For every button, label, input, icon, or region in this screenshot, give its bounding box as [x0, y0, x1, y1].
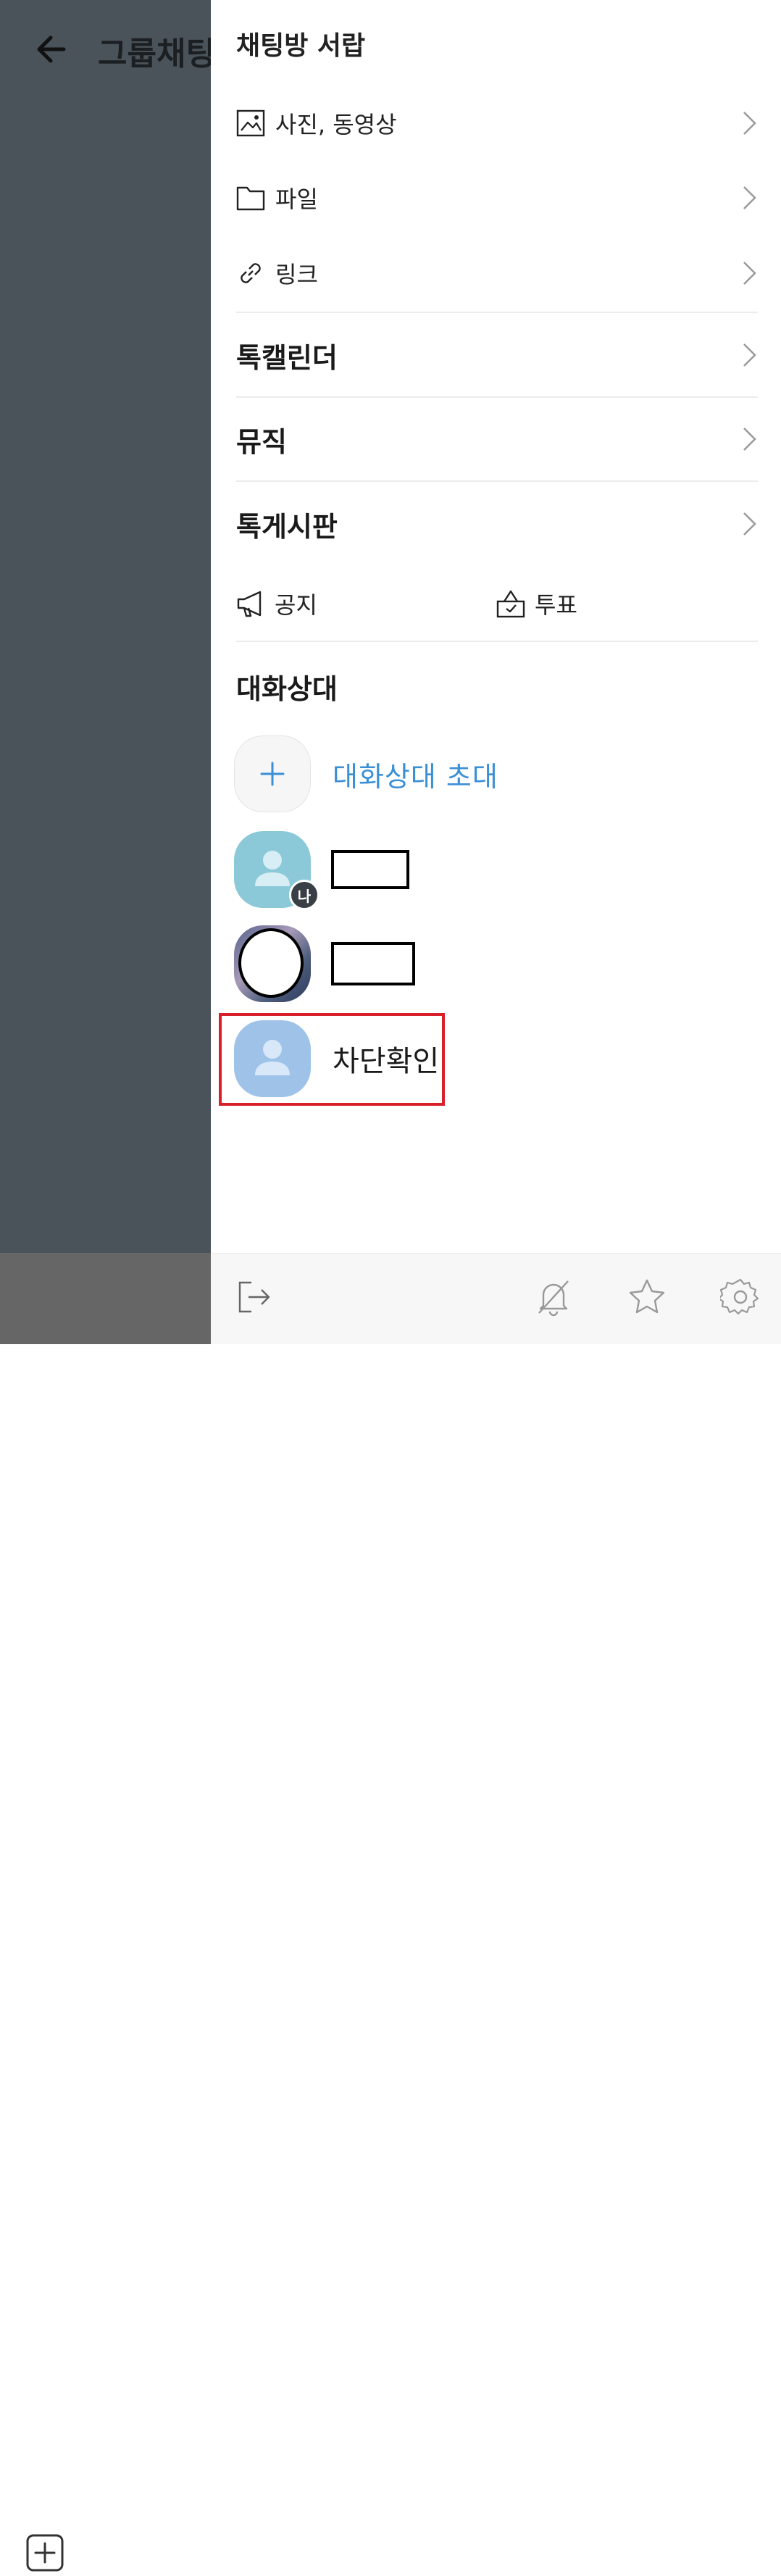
notification-off-icon[interactable] — [532, 1275, 575, 1319]
redacted-photo — [238, 928, 304, 998]
drawer-item-label: 톡캘린더 — [236, 341, 338, 374]
exit-icon[interactable] — [233, 1275, 276, 1319]
me-badge: 나 — [289, 880, 320, 910]
chat-title: 그룹채팅 — [98, 36, 215, 72]
image-icon — [236, 109, 265, 138]
settings-icon[interactable] — [719, 1275, 762, 1319]
notice-button[interactable]: 공지 — [235, 582, 317, 625]
drawer-item-talk-calendar[interactable]: 톡캘린더 — [236, 326, 758, 384]
participant-photo-user[interactable] — [234, 925, 596, 1003]
chevron-right-icon — [742, 511, 758, 537]
invite-participant-button[interactable]: 대화상대 초대 — [234, 735, 596, 813]
megaphone-icon — [235, 588, 266, 619]
chevron-right-icon — [742, 426, 758, 452]
vote-label: 투표 — [535, 591, 577, 619]
redacted-name — [331, 942, 415, 985]
divider — [236, 312, 758, 313]
invite-label: 대화상대 초대 — [333, 760, 498, 793]
drawer-item-label: 톡게시판 — [236, 510, 338, 543]
chat-drawer-panel: 채팅방 서랍 사진, 동영상 파일 링크 톡캘린더 뮤직 톡게시판 공지 투표 … — [211, 0, 781, 1344]
participants-title: 대화상대 — [236, 673, 338, 705]
avatar: 나 — [234, 831, 320, 910]
notice-label: 공지 — [275, 591, 317, 619]
drawer-item-label: 링크 — [275, 261, 318, 288]
chevron-right-icon — [742, 342, 758, 368]
folder-icon — [236, 183, 265, 212]
background-input-bar — [0, 1253, 211, 2572]
participant-me[interactable]: 나 — [234, 830, 596, 910]
vote-button[interactable]: 투표 — [496, 582, 577, 625]
drawer-item-label: 뮤직 — [236, 425, 287, 458]
drawer-item-label: 사진, 동영상 — [275, 111, 397, 138]
highlight-box — [219, 1013, 445, 1106]
ballot-box-icon — [496, 588, 526, 619]
divider — [236, 641, 758, 642]
drawer-item-label: 파일 — [275, 186, 318, 213]
divider — [236, 480, 758, 482]
star-icon[interactable] — [625, 1275, 669, 1319]
drawer-item-music[interactable]: 뮤직 — [236, 410, 758, 468]
background-chat-screen[interactable]: 그룹채팅 — [0, 0, 215, 2572]
add-attachment-icon[interactable] — [25, 2533, 65, 2573]
back-arrow-icon[interactable] — [32, 29, 72, 70]
redacted-name — [331, 850, 409, 889]
chevron-right-icon — [742, 185, 758, 211]
chevron-right-icon — [742, 260, 758, 286]
drawer-item-links[interactable]: 링크 — [236, 244, 758, 302]
drawer-item-files[interactable]: 파일 — [236, 169, 758, 227]
chevron-right-icon — [742, 110, 758, 136]
drawer-item-talk-board[interactable]: 톡게시판 — [236, 495, 758, 553]
drawer-title: 채팅방 서랍 — [236, 31, 366, 61]
divider — [236, 396, 758, 398]
avatar — [234, 925, 311, 1002]
plus-icon — [234, 735, 311, 812]
link-icon — [236, 259, 265, 288]
drawer-item-photos-videos[interactable]: 사진, 동영상 — [236, 94, 758, 152]
drawer-footer — [211, 1253, 781, 1344]
